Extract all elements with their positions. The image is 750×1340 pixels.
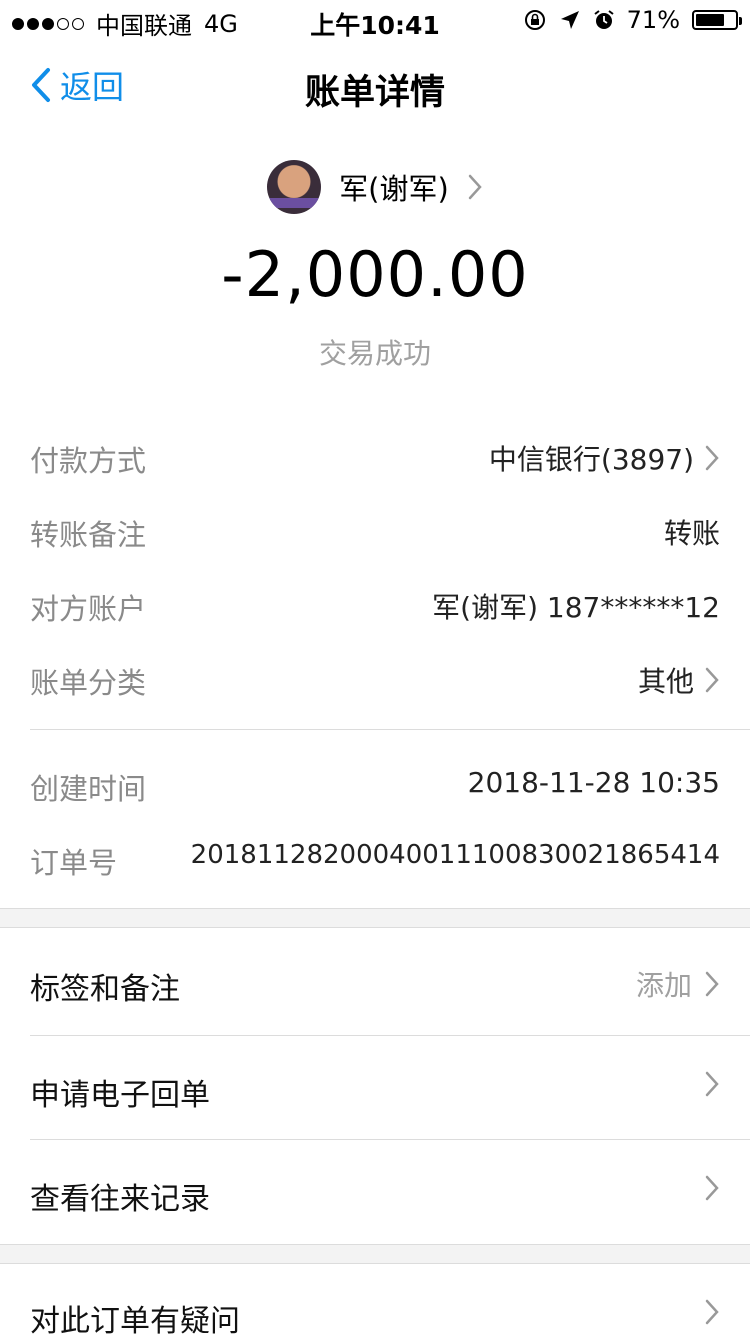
- detail-label: 转账备注: [30, 518, 147, 552]
- add-label: 添加: [635, 969, 692, 1002]
- orientation-lock-icon: [524, 10, 545, 30]
- chevron-right-icon: [705, 1299, 719, 1325]
- detail-row-payment-method[interactable]: 付款方式 中信银行(3897): [0, 426, 750, 486]
- menu-item-e-receipt[interactable]: 申请电子回单: [0, 1036, 750, 1140]
- chevron-right-icon: [705, 1175, 719, 1201]
- menu-item-label: 标签和备注: [30, 972, 180, 1007]
- location-arrow-icon: [560, 11, 579, 29]
- detail-label: 订单号: [30, 846, 118, 880]
- detail-value: 转账: [663, 517, 720, 550]
- battery-percent: 71%: [626, 6, 680, 34]
- detail-label: 创建时间: [30, 772, 147, 806]
- chevron-right-icon: [468, 174, 482, 200]
- detail-row-transfer-note: 转账备注 转账: [0, 500, 750, 560]
- status-right: 71%: [523, 6, 742, 34]
- chevron-right-icon: [705, 445, 719, 471]
- section-divider: [0, 927, 750, 928]
- chevron-right-icon: [705, 1071, 719, 1097]
- detail-label: 对方账户: [30, 592, 147, 626]
- detail-label: 账单分类: [30, 666, 147, 700]
- menu-item-transaction-history[interactable]: 查看往来记录: [0, 1140, 750, 1244]
- menu-item-label: 申请电子回单: [30, 1078, 210, 1113]
- detail-value: 20181128200040011100830021865414: [190, 840, 720, 870]
- status-bar: 中国联通 4G 上午10:41 71%: [0, 0, 750, 40]
- detail-row-created-time: 创建时间 2018-11-28 10:35: [0, 754, 750, 814]
- section-gap: [0, 1245, 750, 1263]
- detail-value: 中信银行(3897): [488, 443, 694, 476]
- detail-value: 军(谢军) 187******12: [432, 591, 720, 624]
- battery-icon: [692, 10, 742, 30]
- detail-label: 付款方式: [30, 444, 147, 478]
- alarm-icon: [594, 10, 614, 29]
- transaction-status: 交易成功: [318, 337, 431, 370]
- detail-value: 其他: [637, 665, 694, 698]
- divider: [30, 729, 750, 730]
- chevron-right-icon: [705, 971, 719, 997]
- transaction-amount: -2,000.00: [221, 238, 529, 311]
- chevron-right-icon: [705, 667, 719, 693]
- payee-link[interactable]: 军(谢军): [0, 155, 750, 219]
- detail-value: 2018-11-28 10:35: [467, 766, 720, 799]
- detail-row-counterparty-account: 对方账户 军(谢军) 187******12: [0, 574, 750, 634]
- section-gap: [0, 909, 750, 927]
- payee-name: 军(谢军): [339, 172, 449, 206]
- menu-item-label: 对此订单有疑问: [30, 1304, 240, 1339]
- detail-row-bill-category[interactable]: 账单分类 其他: [0, 648, 750, 708]
- menu-item-order-question[interactable]: 对此订单有疑问: [0, 1264, 750, 1339]
- menu-item-label: 查看往来记录: [30, 1182, 210, 1217]
- navigation-bar: 返回 账单详情: [0, 40, 750, 128]
- detail-row-order-number: 订单号 20181128200040011100830021865414: [0, 828, 750, 888]
- menu-item-tags-notes[interactable]: 标签和备注 添加: [0, 930, 750, 1034]
- page-title: 账单详情: [304, 73, 445, 113]
- avatar: [267, 160, 322, 214]
